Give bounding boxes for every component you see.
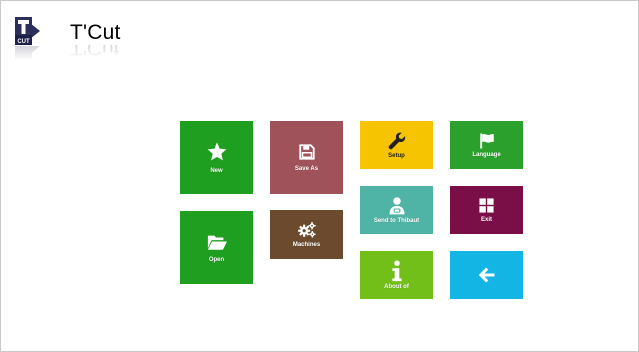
logo-reflection bbox=[15, 46, 40, 60]
machines-tile[interactable]: Machines bbox=[270, 210, 343, 259]
floppy-disk-icon bbox=[298, 144, 315, 160]
exit-label: Exit bbox=[480, 217, 492, 223]
setup-label: Setup bbox=[388, 153, 405, 159]
new-tile[interactable]: New bbox=[180, 121, 253, 194]
gears-icon bbox=[297, 222, 316, 238]
back-arrow-icon bbox=[478, 267, 494, 283]
wrench-icon bbox=[388, 132, 405, 150]
open-tile[interactable]: Open bbox=[180, 211, 253, 284]
about-label: About of bbox=[384, 284, 409, 290]
save-as-label: Save As bbox=[294, 166, 319, 172]
support-person-icon bbox=[389, 197, 404, 215]
folder-open-icon bbox=[207, 235, 227, 250]
application-window: CUT T'Cut T'Cut New Save As Setup Langua… bbox=[0, 0, 639, 352]
open-label: Open bbox=[208, 257, 225, 263]
svg-text:CUT: CUT bbox=[17, 39, 30, 45]
back-tile[interactable] bbox=[450, 251, 523, 299]
machines-label: Machines bbox=[292, 242, 321, 248]
star-icon bbox=[207, 142, 226, 161]
info-icon bbox=[391, 260, 402, 282]
tcut-logo-icon: CUT bbox=[15, 17, 40, 45]
send-to-thibaut-label: Send to Thibaut bbox=[373, 218, 420, 224]
windows-logo-icon bbox=[479, 198, 494, 213]
save-as-tile[interactable]: Save As bbox=[270, 121, 343, 194]
flag-icon bbox=[479, 133, 494, 149]
app-title-reflection: T'Cut bbox=[70, 45, 120, 59]
send-to-thibaut-tile[interactable]: Send to Thibaut bbox=[360, 186, 433, 234]
language-tile[interactable]: Language bbox=[450, 121, 523, 169]
about-tile[interactable]: About of bbox=[360, 251, 433, 299]
setup-tile[interactable]: Setup bbox=[360, 121, 433, 169]
new-label: New bbox=[210, 168, 223, 174]
language-label: Language bbox=[472, 152, 501, 158]
exit-tile[interactable]: Exit bbox=[450, 186, 523, 234]
app-title: T'Cut bbox=[70, 21, 121, 44]
